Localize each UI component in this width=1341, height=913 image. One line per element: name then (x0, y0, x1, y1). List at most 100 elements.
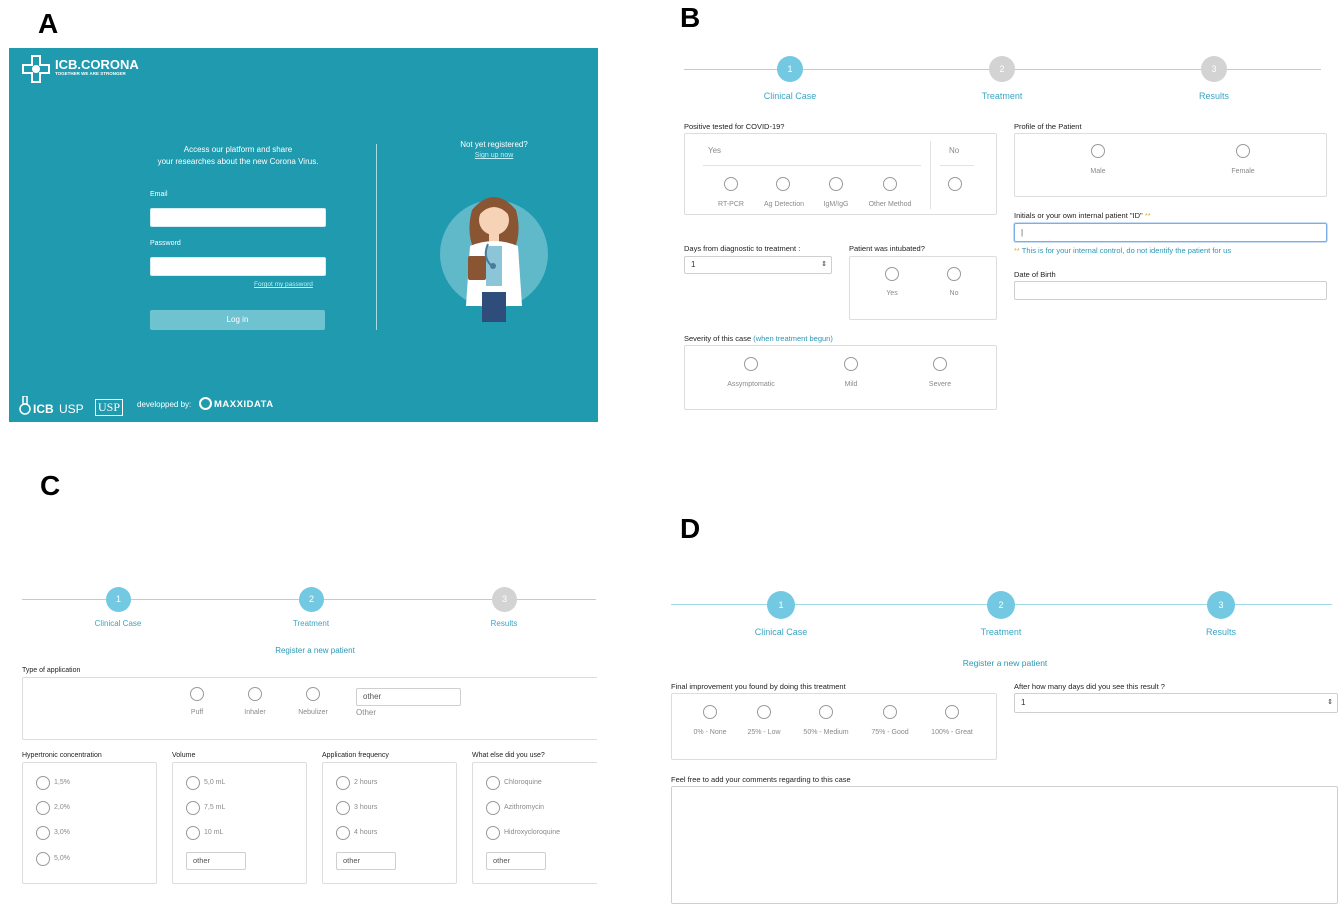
volume-other-input[interactable]: other (186, 852, 246, 870)
severity-label: Severity of this case (684, 334, 752, 343)
improvement-low-radio[interactable] (757, 705, 771, 719)
days-select-value: 1 (691, 260, 696, 269)
register-title: Register a new patient (275, 646, 355, 655)
intubated-label: Patient was intubated? (849, 244, 925, 253)
asymptomatic-radio[interactable] (744, 357, 758, 371)
step-3-circle[interactable]: 3 (1207, 591, 1235, 619)
improvement-medium-radio[interactable] (819, 705, 833, 719)
inhaler-radio[interactable] (248, 687, 262, 701)
step-2-circle[interactable]: 2 (987, 591, 1015, 619)
improvement-great-radio[interactable] (945, 705, 959, 719)
male-label: Male (1090, 168, 1106, 175)
footer-icb: ICB (33, 402, 54, 416)
inhaler-label: Inhaler (244, 709, 266, 716)
improvement-good-radio[interactable] (883, 705, 897, 719)
concentration-1-5-label: 1,5% (54, 779, 70, 786)
step-1-label[interactable]: Clinical Case (58, 619, 178, 628)
improvement-none-radio[interactable] (703, 705, 717, 719)
improvement-none-label: 0% - None (693, 729, 727, 736)
rt-pcr-radio[interactable] (724, 177, 738, 191)
other-application-input[interactable]: other (356, 688, 461, 706)
igm-igg-radio[interactable] (829, 177, 843, 191)
panel-c-clip (597, 560, 667, 900)
azithromycin-radio[interactable] (486, 801, 500, 815)
intubated-no-radio[interactable] (947, 267, 961, 281)
doctor-illustration (438, 180, 550, 326)
severe-radio[interactable] (933, 357, 947, 371)
covid-no-radio[interactable] (948, 177, 962, 191)
intro-line-2: your researches about the new Corona Vir… (157, 157, 319, 166)
dob-input[interactable] (1014, 281, 1327, 300)
maxxidata-logo-icon (199, 397, 212, 410)
ag-detection-radio[interactable] (776, 177, 790, 191)
step-3-label[interactable]: Results (1154, 91, 1274, 101)
improvement-box (671, 693, 997, 760)
improvement-medium-label: 50% - Medium (803, 729, 849, 736)
step-2-label[interactable]: Treatment (942, 91, 1062, 101)
step-2-label[interactable]: Treatment (251, 619, 371, 628)
step-1-circle[interactable]: 1 (106, 587, 131, 612)
frequency-2h-radio[interactable] (336, 776, 350, 790)
covid-yes-divider (703, 165, 921, 166)
other-method-radio[interactable] (883, 177, 897, 191)
improvement-good-label: 75% - Good (871, 729, 909, 736)
email-label: Email (150, 191, 168, 198)
email-input[interactable] (150, 208, 326, 227)
forgot-password-link[interactable]: Forgot my password (254, 281, 313, 288)
frequency-other-input[interactable]: other (336, 852, 396, 870)
signup-link[interactable]: Sign up now (439, 152, 549, 159)
concentration-5-0-label: 5,0% (54, 855, 70, 862)
concentration-1-5-radio[interactable] (36, 776, 50, 790)
chloroquine-radio[interactable] (486, 776, 500, 790)
concentration-5-0-radio[interactable] (36, 852, 50, 866)
female-radio[interactable] (1236, 144, 1250, 158)
step-2-label[interactable]: Treatment (941, 627, 1061, 637)
concentration-3-0-radio[interactable] (36, 826, 50, 840)
step-1-circle[interactable]: 1 (767, 591, 795, 619)
else-label: What else did you use? (472, 752, 545, 759)
else-other-input[interactable]: other (486, 852, 546, 870)
login-button[interactable]: Log in (150, 310, 325, 330)
step-3-circle[interactable]: 3 (1201, 56, 1227, 82)
igm-igg-label: IgM/IgG (823, 201, 849, 208)
step-1-label[interactable]: Clinical Case (730, 91, 850, 101)
step-1-label[interactable]: Clinical Case (721, 627, 841, 637)
select-arrows-icon: ⇕ (821, 261, 827, 268)
initials-hint-mark: ** (1014, 246, 1020, 255)
initials-input[interactable]: | (1014, 223, 1327, 242)
improvement-label: Final improvement you found by doing thi… (671, 682, 846, 691)
volume-5-radio[interactable] (186, 776, 200, 790)
step-2-circle[interactable]: 2 (299, 587, 324, 612)
initials-hint: This is for your internal control, do no… (1021, 246, 1232, 255)
result-days-select[interactable]: 1 ⇕ (1014, 693, 1338, 713)
step-1-circle[interactable]: 1 (777, 56, 803, 82)
azithromycin-label: Azithromycin (504, 804, 545, 811)
register-title: Register a new patient (962, 658, 1048, 668)
intubated-yes-radio[interactable] (885, 267, 899, 281)
intubated-box (849, 256, 997, 320)
step-3-circle[interactable]: 3 (492, 587, 517, 612)
frequency-3h-radio[interactable] (336, 801, 350, 815)
puff-radio[interactable] (190, 687, 204, 701)
volume-7-5-radio[interactable] (186, 801, 200, 815)
not-registered-text: Not yet registered? (460, 140, 528, 149)
password-input[interactable] (150, 257, 326, 276)
comments-label: Feel free to add your comments regarding… (671, 775, 851, 784)
female-label: Female (1231, 168, 1255, 175)
frequency-4h-radio[interactable] (336, 826, 350, 840)
profile-label: Profile of the Patient (1014, 122, 1082, 131)
male-radio[interactable] (1091, 144, 1105, 158)
days-select[interactable]: 1 ⇕ (684, 256, 832, 274)
concentration-2-0-radio[interactable] (36, 801, 50, 815)
asymptomatic-label: Assymptomatic (727, 381, 775, 388)
type-application-label: Type of application (22, 667, 81, 674)
step-3-label[interactable]: Results (444, 619, 564, 628)
mild-radio[interactable] (844, 357, 858, 371)
volume-10-radio[interactable] (186, 826, 200, 840)
intro-line-1: Access our platform and share (183, 145, 293, 154)
step-3-label[interactable]: Results (1161, 627, 1281, 637)
comments-textarea[interactable] (671, 786, 1338, 904)
step-2-circle[interactable]: 2 (989, 56, 1015, 82)
hidroxycloroquine-radio[interactable] (486, 826, 500, 840)
nebulizer-radio[interactable] (306, 687, 320, 701)
